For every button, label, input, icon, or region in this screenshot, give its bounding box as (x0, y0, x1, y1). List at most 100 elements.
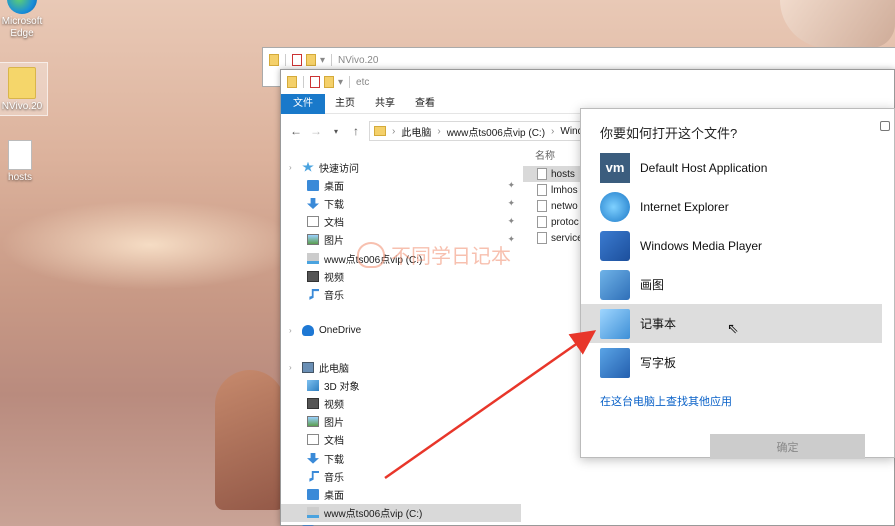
desktop-icon-nvivo[interactable]: NVivo.20 (0, 62, 48, 116)
scrollbar-icon[interactable] (880, 121, 890, 131)
find-other-apps-link[interactable]: 在这台电脑上查找其他应用 (600, 393, 732, 409)
chevron-down-icon[interactable]: ▾ (329, 127, 343, 136)
properties-icon[interactable] (292, 54, 302, 66)
nav-item-label: 此电脑 (319, 363, 349, 375)
nav-item[interactable]: 音乐 (281, 285, 521, 303)
pin-icon[interactable]: ✦ (507, 216, 515, 227)
divider (349, 76, 351, 88)
nav-item[interactable]: 图片 (281, 413, 521, 431)
file-name: lmhos (551, 184, 578, 196)
nav-item[interactable]: › 此电脑 (281, 358, 521, 376)
divider (303, 76, 304, 88)
notepad-icon (600, 308, 630, 339)
open-with-dialog[interactable]: 你要如何打开这个文件? vm Default Host Application In… (580, 108, 895, 459)
file-icon (537, 200, 547, 212)
nav-item-label: 桌面 (324, 490, 344, 502)
navigation-pane: › 快速访问 桌面 ✦ 下载 ✦ 文档 ✦ 图片 ✦ www点ts006点vip (C:) 视频 音乐 ›… (281, 158, 521, 526)
drive-icon (307, 252, 319, 264)
divider (331, 54, 333, 66)
dialog-title: 你要如何打开这个文件? (600, 126, 738, 141)
nav-item-label: 3D 对象 (324, 381, 360, 393)
nav-item[interactable]: 音乐 (281, 467, 521, 485)
nav-item-label: 图片 (324, 236, 344, 248)
nav-item-label: www点ts006点vip (C:) (324, 509, 423, 521)
desktop-icon-edge[interactable]: Microsoft Edge (0, 0, 48, 40)
app-option[interactable]: Windows Media Player (581, 226, 882, 265)
tab-view[interactable]: 查看 (405, 94, 445, 114)
back-arrow-icon[interactable]: ← (289, 124, 303, 138)
folder-icon (8, 67, 36, 99)
nav-item[interactable]: 文档 (281, 431, 521, 449)
folder-icon (269, 54, 279, 66)
computer-icon (302, 361, 314, 373)
ok-button[interactable]: 确定 (710, 434, 865, 459)
wordpad-icon (600, 347, 630, 378)
up-arrow-icon[interactable]: ↑ (349, 124, 363, 138)
nav-item-label: 下载 (324, 199, 344, 211)
expand-chevron-icon[interactable]: › (289, 363, 297, 372)
nav-item-label: 桌面 (324, 181, 344, 193)
title-bar: ▾ etc (281, 70, 894, 94)
divider (285, 54, 286, 66)
nav-item[interactable]: › OneDrive (281, 322, 521, 340)
folder-icon (374, 126, 386, 136)
nav-item[interactable]: › 快速访问 (281, 158, 521, 176)
nav-item[interactable]: ›网络 (281, 522, 521, 526)
picture-icon (307, 416, 319, 428)
chevron-down-icon[interactable]: ▾ (320, 55, 325, 66)
nav-item-label: 文档 (324, 218, 344, 230)
nav-item[interactable]: 下载 ✦ (281, 194, 521, 212)
file-icon (537, 168, 547, 180)
media-player-icon (600, 230, 630, 261)
file-name: netwo (551, 200, 578, 212)
app-option-label: Internet Explorer (640, 199, 729, 214)
app-option[interactable]: Internet Explorer (581, 187, 882, 226)
download-icon (307, 452, 319, 464)
nav-item[interactable]: 下载 (281, 449, 521, 467)
nav-item[interactable]: 视频 (281, 394, 521, 412)
nav-item[interactable]: 视频 (281, 267, 521, 285)
forward-arrow-icon[interactable]: → (309, 124, 323, 138)
desktop-icon-label: Microsoft Edge (1, 16, 43, 39)
tab-home[interactable]: 主页 (325, 94, 365, 114)
expand-chevron-icon[interactable]: › (289, 326, 297, 335)
nav-item[interactable]: 桌面 (281, 485, 521, 503)
nav-item-label: 音乐 (324, 472, 344, 484)
chevron-right-icon[interactable]: › (392, 126, 395, 137)
nav-item-label: 图片 (324, 418, 344, 430)
folder-icon (287, 76, 297, 88)
tab-share[interactable]: 共享 (365, 94, 405, 114)
chevron-right-icon[interactable]: › (551, 126, 554, 137)
breadcrumb-this-pc[interactable]: 此电脑 (401, 124, 431, 139)
desktop-icon-label: hosts (8, 172, 32, 183)
properties-icon[interactable] (310, 76, 320, 88)
app-option-label: 写字板 (640, 356, 677, 370)
app-option[interactable]: vm Default Host Application (581, 148, 882, 187)
chevron-down-icon[interactable]: ▾ (338, 77, 343, 88)
nav-item[interactable]: 桌面 ✦ (281, 176, 521, 194)
nav-item[interactable]: www点ts006点vip (C:) (281, 503, 521, 522)
chevron-right-icon[interactable]: › (437, 126, 440, 137)
nav-item[interactable]: 文档 ✦ (281, 213, 521, 231)
new-folder-icon[interactable] (324, 76, 334, 88)
desktop-icon-hosts[interactable]: hosts (0, 140, 46, 184)
breadcrumb-drive[interactable]: www点ts006点vip (C:) (447, 124, 545, 139)
document-icon (307, 434, 319, 446)
file-name: protoc (551, 216, 579, 228)
picture-icon (307, 234, 319, 246)
app-option[interactable]: 画图 (581, 265, 882, 304)
nav-item[interactable]: 3D 对象 (281, 376, 521, 394)
watermark-text: 不同学日记本 (391, 246, 511, 268)
new-folder-icon[interactable] (306, 54, 316, 66)
pin-icon[interactable]: ✦ (507, 180, 515, 191)
pin-icon[interactable]: ✦ (507, 198, 515, 209)
expand-chevron-icon[interactable]: › (289, 163, 297, 172)
wallpaper-figure-top (780, 0, 895, 48)
music-icon (309, 470, 319, 482)
watermark: 不同学日记本 (357, 240, 511, 269)
download-icon (307, 197, 319, 209)
app-option[interactable]: 写字板 (581, 343, 882, 382)
tab-file[interactable]: 文件 (281, 93, 325, 114)
wallpaper-figure (215, 370, 285, 510)
wallpaper-glow (0, 200, 300, 290)
